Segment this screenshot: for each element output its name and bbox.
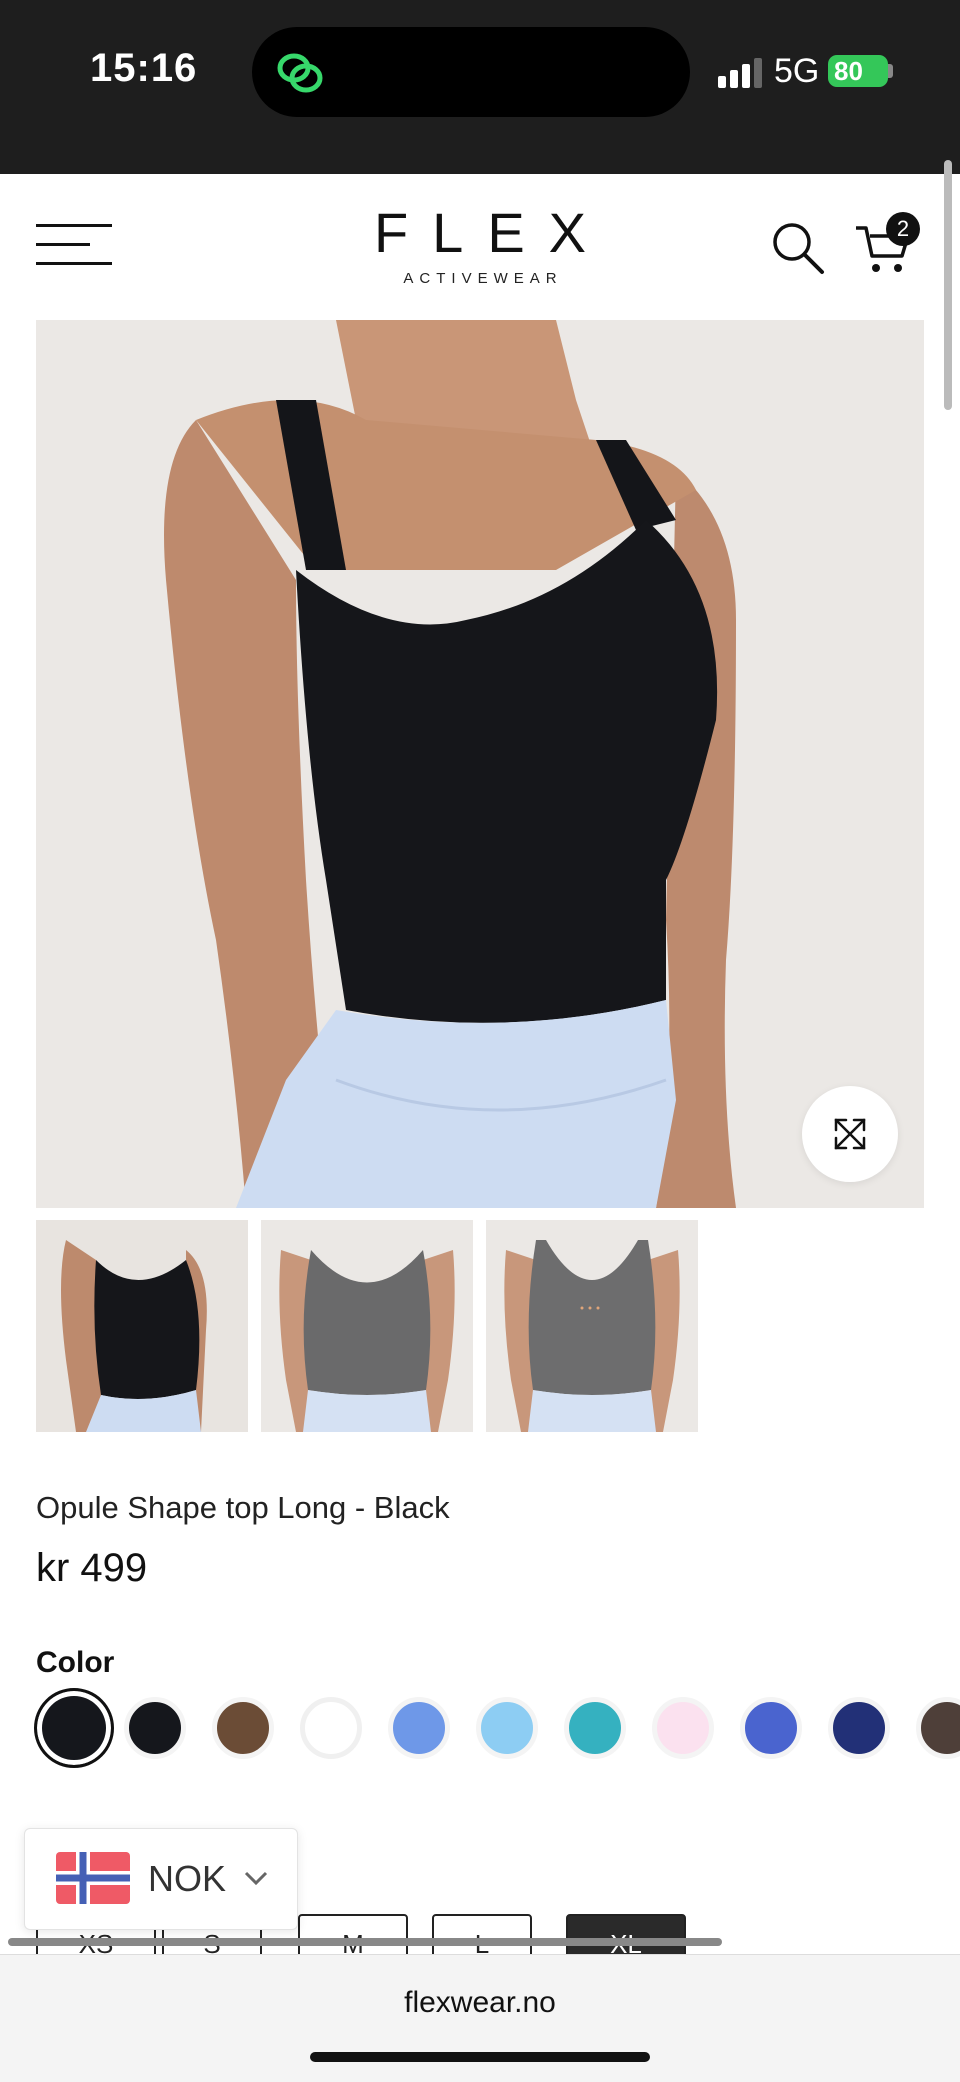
color-swatch[interactable]	[476, 1697, 538, 1759]
product-thumbnail-3[interactable]	[486, 1220, 698, 1432]
product-price: kr 499	[36, 1546, 148, 1590]
product-main-image[interactable]	[36, 320, 924, 1208]
brand-logo-subtitle: ACTIVEWEAR	[403, 270, 563, 287]
currency-code: NOK	[148, 1858, 227, 1899]
color-swatch[interactable]	[564, 1697, 626, 1759]
hamburger-menu-icon[interactable]	[36, 222, 112, 268]
thumbnail-illustration	[486, 1220, 698, 1432]
search-icon[interactable]	[770, 220, 826, 276]
status-time: 15:16	[90, 46, 198, 90]
url-text[interactable]: flexwear.no	[0, 1986, 960, 2020]
color-label: Color	[36, 1646, 115, 1679]
signal-icon	[718, 58, 762, 88]
norway-flag-icon	[56, 1852, 130, 1904]
zoom-image-button[interactable]	[802, 1086, 898, 1182]
page-scrollbar[interactable]	[944, 160, 952, 410]
product-photo-illustration	[36, 320, 924, 1208]
color-swatch[interactable]	[212, 1697, 274, 1759]
color-swatch[interactable]	[740, 1697, 802, 1759]
network-type: 5G	[774, 52, 820, 90]
link-app-icon	[277, 53, 323, 93]
thumbnail-illustration	[36, 1220, 248, 1432]
brand-logo[interactable]: FLEX	[330, 200, 630, 265]
product-thumbnail-2[interactable]	[261, 1220, 473, 1432]
chevron-down-icon	[244, 1871, 268, 1886]
home-indicator	[310, 2052, 650, 2062]
thumbnail-illustration	[261, 1220, 473, 1432]
color-swatch[interactable]	[388, 1697, 450, 1759]
product-title: Opule Shape top Long - Black	[36, 1490, 450, 1525]
color-swatch[interactable]	[300, 1697, 362, 1759]
cart-count-badge: 2	[886, 212, 920, 246]
battery-tip	[888, 64, 893, 78]
horizontal-scrollbar[interactable]	[8, 1938, 722, 1946]
battery-level: 80	[828, 55, 888, 87]
product-thumbnail-1[interactable]	[36, 1220, 248, 1432]
color-swatch[interactable]	[124, 1697, 186, 1759]
color-swatch[interactable]	[828, 1697, 890, 1759]
color-swatch[interactable]	[652, 1697, 714, 1759]
color-swatch[interactable]	[916, 1697, 960, 1759]
color-swatch[interactable]	[34, 1688, 114, 1768]
expand-icon	[834, 1118, 866, 1150]
